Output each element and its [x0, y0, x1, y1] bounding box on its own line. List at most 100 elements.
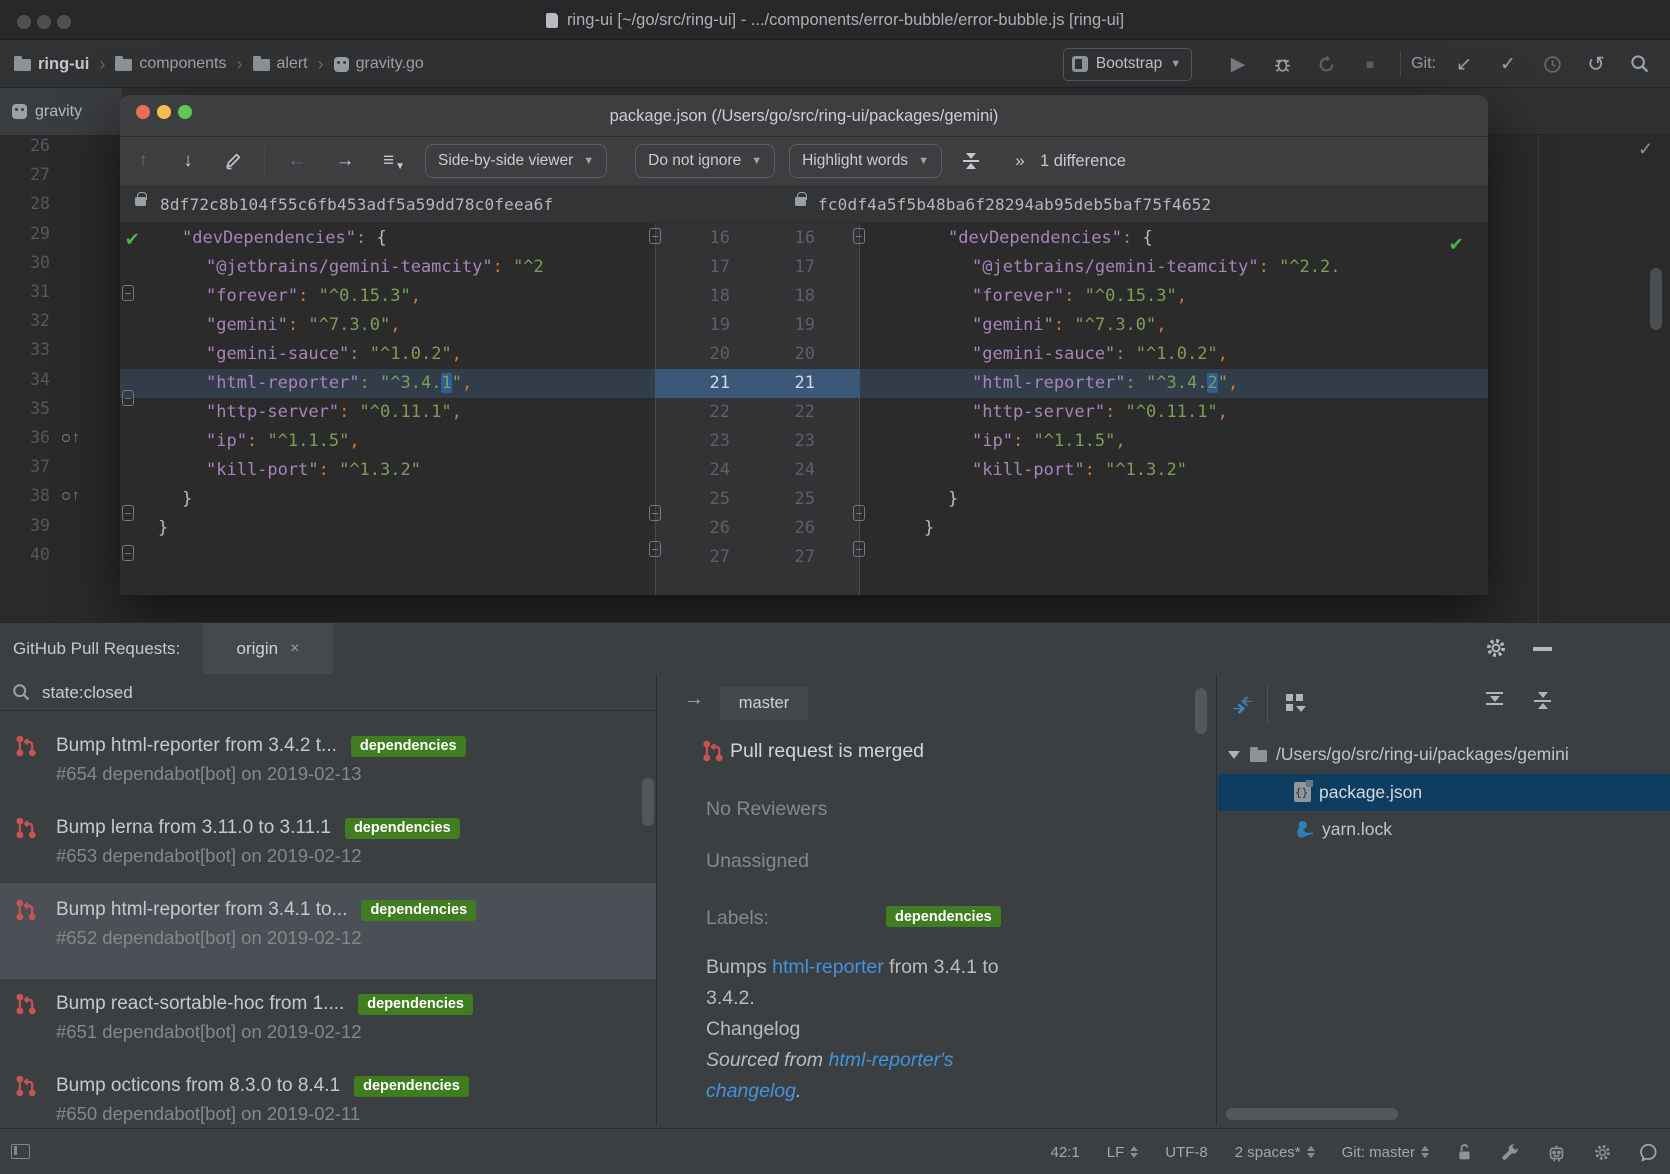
pr-search-field[interactable]: state:closed — [0, 674, 656, 711]
tab-gravity[interactable]: gravity — [0, 88, 122, 135]
toolwindow-toggle-icon[interactable] — [11, 1144, 30, 1159]
editor-line-number: 28 — [0, 189, 50, 218]
panel-settings-gear-icon[interactable] — [1485, 637, 1507, 659]
status-item-git-master[interactable]: Git: master — [1342, 1144, 1429, 1161]
inspection-status-icon[interactable]: ✓ — [1638, 139, 1653, 160]
git-update-icon[interactable]: ↙ — [1442, 53, 1486, 76]
code-line: "kill-port": "^1.3.2" — [860, 456, 1488, 485]
override-marker-icon[interactable]: ↑ — [62, 423, 80, 452]
pull-request-row[interactable]: Bump html-reporter from 3.4.1 to...depen… — [0, 883, 656, 979]
fold-marker-icon[interactable] — [649, 505, 661, 521]
viewer-mode-select[interactable]: Side-by-side viewer▼ — [425, 144, 607, 178]
edit-icon[interactable] — [210, 152, 256, 170]
target-branch-chip[interactable]: master — [720, 687, 808, 720]
editor-scrollbar-thumb[interactable] — [1650, 268, 1662, 330]
run-configuration-select[interactable]: Bootstrap▼ — [1063, 48, 1192, 81]
prev-change-button[interactable]: ← — [273, 150, 321, 172]
fold-marker-icon[interactable] — [649, 228, 661, 244]
merge-status: Pull request is merged — [730, 740, 924, 763]
run-button[interactable]: ▶ — [1216, 53, 1260, 76]
diff-left-editor[interactable]: "devDependencies": {"@jetbrains/gemini-t… — [120, 223, 655, 595]
editor-settings-icon[interactable]: ≡▼ — [369, 150, 419, 172]
pull-request-icon — [15, 1073, 37, 1099]
diff-gutter-line-numbers: 1919 — [655, 311, 860, 340]
highlight-mode-select[interactable]: Highlight words▼ — [789, 144, 942, 178]
close-tab-icon[interactable]: × — [290, 640, 299, 658]
next-difference-button[interactable]: ↓ — [166, 150, 210, 172]
updown-arrows-icon — [1130, 1146, 1138, 1158]
pull-request-row[interactable]: Bump lerna from 3.11.0 to 3.11.1dependen… — [0, 807, 656, 889]
breadcrumb-item-gravity.go[interactable]: gravity.go — [334, 55, 424, 73]
fold-marker-icon[interactable] — [122, 285, 134, 301]
label-badge: dependencies — [358, 994, 473, 1015]
breadcrumb-item-ring-ui[interactable]: ring-ui — [14, 55, 89, 74]
fold-marker-icon[interactable] — [122, 505, 134, 521]
stop-button[interactable]: ■ — [1348, 56, 1392, 72]
tab-origin[interactable]: origin × — [203, 623, 333, 674]
code-line: "html-reporter": "^3.4.2", — [860, 369, 1488, 398]
pull-request-row[interactable]: Bump react-sortable-hoc from 1....depend… — [0, 983, 656, 1065]
fold-marker-icon[interactable] — [853, 505, 865, 521]
search-everywhere-icon[interactable] — [1618, 54, 1662, 74]
editor-line-number: 26 — [0, 135, 50, 160]
collapse-all-icon[interactable] — [1534, 692, 1551, 709]
status-item-2-spaces-[interactable]: 2 spaces* — [1235, 1144, 1315, 1161]
panel-title: GitHub Pull Requests: — [13, 623, 180, 674]
coverage-button[interactable] — [1304, 55, 1348, 74]
more-toolbar-chevrons[interactable]: » — [1000, 151, 1040, 171]
description-link[interactable]: html-reporter's — [828, 1049, 953, 1071]
diff-gutter-line-numbers: 2121 — [655, 369, 860, 398]
pr-meta: #650 dependabot[bot] on 2019-02-11 — [56, 1103, 360, 1125]
diff-right-editor[interactable]: "devDependencies": {"@jetbrains/gemini-t… — [860, 223, 1488, 595]
status-item-42-1[interactable]: 42:1 — [1051, 1144, 1080, 1161]
editor-line-number: 31 — [0, 277, 50, 306]
fold-marker-icon[interactable] — [853, 541, 865, 557]
label-badge: dependencies — [354, 1076, 469, 1097]
tree-hscrollbar-thumb[interactable] — [1226, 1108, 1398, 1120]
unlock-icon[interactable] — [1456, 1142, 1474, 1162]
breadcrumb-item-alert[interactable]: alert — [253, 55, 308, 73]
prev-difference-button[interactable]: ↑ — [120, 150, 166, 172]
main-toolbar: ring-ui›components›alert›gravity.go Boot… — [0, 40, 1670, 88]
code-line: "devDependencies": { — [120, 224, 655, 253]
next-change-button[interactable]: → — [321, 150, 369, 172]
tree-root-path: /Users/go/src/ring-ui/packages/gemini — [1276, 744, 1569, 765]
description-text: Sourced from — [706, 1049, 828, 1071]
status-item-lf[interactable]: LF — [1107, 1144, 1139, 1161]
collapse-unchanged-icon[interactable] — [942, 153, 1000, 169]
balloon-icon[interactable] — [1639, 1143, 1658, 1162]
pull-request-row[interactable]: Bump octicons from 8.3.0 to 8.4.1depende… — [0, 1065, 656, 1126]
fold-marker-icon[interactable] — [122, 390, 134, 406]
git-rollback-icon[interactable]: ↺ — [1574, 52, 1618, 77]
description-text: Changelog — [706, 1018, 800, 1040]
expand-all-icon[interactable] — [1486, 692, 1503, 705]
git-history-icon[interactable] — [1530, 55, 1574, 74]
editor-line-number: 39 — [0, 511, 50, 540]
group-by-icon[interactable] — [1286, 694, 1306, 714]
list-scrollbar-thumb[interactable] — [642, 778, 654, 826]
hide-panel-icon[interactable] — [1533, 647, 1552, 651]
pull-request-row[interactable]: Bump html-reporter from 3.4.2 t...depend… — [0, 725, 656, 807]
wrench-icon[interactable] — [1501, 1143, 1520, 1162]
tree-root-row[interactable]: /Users/go/src/ring-ui/packages/gemini — [1218, 736, 1670, 774]
gear-icon[interactable] — [1593, 1143, 1612, 1162]
debug-button[interactable] — [1260, 55, 1304, 74]
whitespace-policy-select[interactable]: Do not ignore▼ — [635, 144, 775, 178]
fold-marker-icon[interactable] — [122, 545, 134, 561]
breadcrumb-item-components[interactable]: components — [115, 55, 226, 73]
fold-marker-icon[interactable] — [649, 541, 661, 557]
override-marker-icon[interactable]: ↑ — [62, 481, 80, 510]
select-opened-file-icon[interactable] — [1231, 693, 1255, 717]
chevron-expanded-icon[interactable] — [1228, 751, 1240, 759]
tree-file-package-json[interactable]: package.json — [1218, 774, 1670, 812]
description-link[interactable]: html-reporter — [772, 956, 884, 978]
git-commit-icon[interactable]: ✓ — [1486, 53, 1530, 76]
diff-gutter-line-numbers: 2222 — [655, 398, 860, 427]
robot-icon[interactable] — [1547, 1143, 1566, 1162]
status-item-utf-8[interactable]: UTF-8 — [1165, 1144, 1208, 1161]
details-scrollbar-thumb[interactable] — [1195, 688, 1207, 734]
pull-request-list-column: state:closed Bump html-reporter from 3.4… — [0, 674, 657, 1126]
tree-file-yarn-lock[interactable]: yarn.lock — [1218, 811, 1670, 849]
description-link[interactable]: changelog — [706, 1080, 796, 1102]
fold-marker-icon[interactable] — [853, 228, 865, 244]
